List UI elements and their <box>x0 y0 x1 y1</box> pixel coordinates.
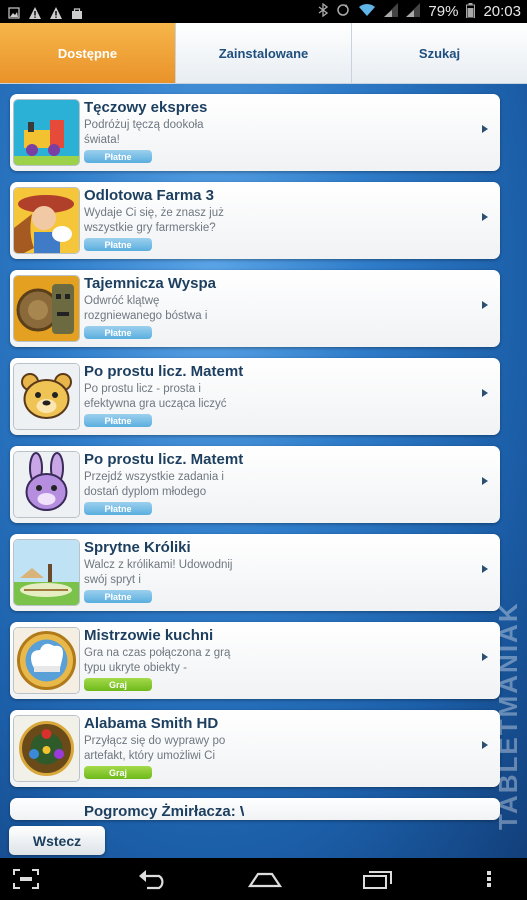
item-description: Przejdź wszystkie zadania i dostań dyplo… <box>84 471 224 498</box>
rabbit-icon <box>13 451 80 518</box>
chevron-right-icon <box>482 741 488 749</box>
signal-icon <box>384 3 399 20</box>
navigation-bar <box>0 858 527 900</box>
chevron-right-icon <box>482 477 488 485</box>
warning-icon <box>29 6 41 19</box>
warning-icon <box>50 6 62 19</box>
paid-badge[interactable]: Płatne <box>84 326 152 339</box>
play-badge[interactable]: Graj <box>84 678 152 691</box>
tiki-icon <box>13 275 80 342</box>
home-icon[interactable] <box>247 868 283 896</box>
item-title: Po prostu licz. Matemt <box>84 451 244 468</box>
item-description: Walcz z królikami! Udowodnij swój spryt … <box>84 559 233 586</box>
status-bar: 79% 20:03 <box>0 0 527 23</box>
watermark: TABLETMANIAK <box>493 601 523 830</box>
list-item[interactable]: Po prostu licz. Matemt Przejdź wszystkie… <box>10 446 500 523</box>
tab-installed[interactable]: Zainstalowane <box>176 23 352 83</box>
gem-amulet-icon <box>13 715 80 782</box>
chevron-right-icon <box>482 213 488 221</box>
play-badge[interactable]: Graj <box>84 766 152 779</box>
signal-icon <box>406 3 421 20</box>
app-list: Tęczowy ekspres Podróżuj tęczą dookoła ś… <box>10 94 500 831</box>
bag-icon <box>71 6 83 19</box>
item-title: Tęczowy ekspres <box>84 99 208 116</box>
item-description: Wydaje Ci się, że znasz już wszystkie gr… <box>84 207 224 234</box>
item-description: Gra na czas połączona z grą typu ukryte … <box>84 647 231 674</box>
list-item[interactable]: Sprytne Króliki Walcz z królikami! Udowo… <box>10 534 500 611</box>
battery-icon <box>466 2 476 21</box>
list-item[interactable]: Odlotowa Farma 3 Wydaje Ci się, że znasz… <box>10 182 500 259</box>
chevron-right-icon <box>482 389 488 397</box>
tab-available[interactable]: Dostępne <box>0 23 176 83</box>
item-title: Sprytne Króliki <box>84 539 191 556</box>
chevron-right-icon <box>482 653 488 661</box>
wifi-icon <box>358 3 376 20</box>
item-title: Po prostu licz. Matemt <box>84 363 244 380</box>
clever-rabbits-icon <box>13 539 80 606</box>
item-title: Mistrzowie kuchni <box>84 627 214 644</box>
scan-icon[interactable] <box>12 868 40 896</box>
tab-search[interactable]: Szukaj <box>352 23 527 83</box>
list-item[interactable]: Alabama Smith HD Przyłącz się do wyprawy… <box>10 710 500 787</box>
tab-bar: Dostępne Zainstalowane Szukaj <box>0 23 527 84</box>
item-title: Odlotowa Farma 3 <box>84 187 215 204</box>
list-item[interactable]: Po prostu licz. Matemt Po prostu licz - … <box>10 358 500 435</box>
paid-badge[interactable]: Płatne <box>84 414 152 427</box>
chef-hat-icon <box>13 627 80 694</box>
clock: 20:03 <box>483 3 521 20</box>
list-item[interactable]: Mistrzowie kuchni Gra na czas połączona … <box>10 622 500 699</box>
item-title: Alabama Smith HD <box>84 715 219 732</box>
chevron-right-icon <box>482 301 488 309</box>
item-description: Po prostu licz - prosta i efektywna gra … <box>84 383 227 410</box>
back-icon[interactable] <box>137 868 169 896</box>
recent-apps-icon[interactable] <box>362 868 394 896</box>
farmer-girl-icon <box>13 187 80 254</box>
item-description: Przyłącz się do wyprawy po artefakt, któ… <box>84 735 226 762</box>
sync-icon <box>336 3 350 20</box>
item-description: Odwróć klątwę rozgniewanego bóstwa i <box>84 295 208 322</box>
chevron-right-icon <box>482 565 488 573</box>
item-title: Pogromcy Żmirłacza: W <box>84 803 244 820</box>
paid-badge[interactable]: Płatne <box>84 590 152 603</box>
bear-icon <box>13 363 80 430</box>
bluetooth-icon <box>318 2 329 20</box>
paid-badge[interactable]: Płatne <box>84 238 152 251</box>
list-item[interactable]: Tęczowy ekspres Podróżuj tęczą dookoła ś… <box>10 94 500 171</box>
item-description: Podróżuj tęczą dookoła świata! <box>84 119 204 146</box>
train-icon <box>13 99 80 166</box>
menu-icon[interactable] <box>484 868 494 896</box>
list-item[interactable]: Pogromcy Żmirłacza: W <box>10 798 500 820</box>
item-title: Tajemnicza Wyspa <box>84 275 216 292</box>
battery-percent: 79% <box>428 3 459 20</box>
paid-badge[interactable]: Płatne <box>84 502 152 515</box>
paid-badge[interactable]: Płatne <box>84 150 152 163</box>
list-item[interactable]: Tajemnicza Wyspa Odwróć klątwę rozgniewa… <box>10 270 500 347</box>
image-icon <box>8 6 20 19</box>
chevron-right-icon <box>482 125 488 133</box>
back-button[interactable]: Wstecz <box>9 826 105 855</box>
